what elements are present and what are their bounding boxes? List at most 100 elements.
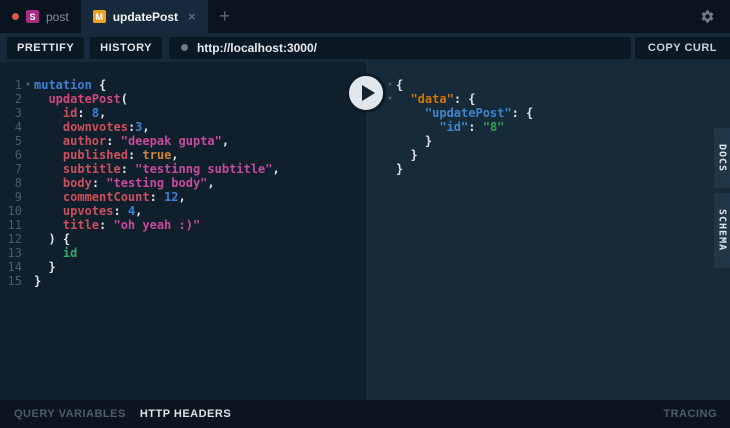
execute-query-button[interactable] [346,73,386,113]
code-line: 10 upvotes: 4, [0,204,366,218]
new-tab-button[interactable]: + [208,0,242,33]
code-text: "id": "8" [439,120,505,134]
code-text: } [396,134,433,148]
code-text: downvotes:3, [62,120,150,134]
line-number: 5 [14,134,22,148]
code-text: title: "oh yeah :)" [62,218,201,232]
settings-button[interactable] [700,0,730,33]
code-text: } [34,274,42,288]
code-text: author: "deepak gupta", [62,134,230,148]
line-number: 4 [14,120,22,134]
query-editor[interactable]: 1 ▾ mutation {2 updatePost(3 id: 8, 4 downv… [0,62,366,400]
code-text: "data": { [410,92,476,106]
line-number: 14 [7,260,22,274]
code-line: 4 downvotes:3, [0,120,366,134]
code-line: 11 title: "oh yeah :)" [0,218,366,232]
unsaved-dot-icon [12,13,19,20]
endpoint-url-text: http://localhost:3000/ [196,40,317,55]
code-line: 13 id [0,246,366,260]
line-number: 2 [14,92,22,106]
tab-post[interactable]: S post [0,0,81,33]
code-text: ) { [48,232,71,246]
code-line: } [366,148,730,162]
query-variables-tab[interactable]: QUERY VARIABLES [14,408,126,420]
history-button[interactable]: HISTORY [90,36,162,59]
code-text: subtitle: "testinng subtitle", [62,162,280,176]
line-number: 12 [7,232,22,246]
line-number: 3 [14,106,22,120]
code-text: "updatePost": { [424,106,534,120]
code-text: } [396,148,418,162]
code-text: { [396,78,404,92]
fold-arrow-icon[interactable]: ▾ [22,78,34,92]
code-line: 14 } [0,260,366,274]
mutation-badge: M [92,10,106,23]
toolbar: PRETTIFY HISTORY http://localhost:3000/ … [0,33,730,62]
code-text: } [48,260,56,274]
main-area: 1 ▾ mutation {2 updatePost(3 id: 8, 4 downv… [0,62,730,400]
code-line: "id": "8" [366,120,730,134]
line-number: 8 [14,176,22,190]
close-tab-icon[interactable]: × [188,10,196,23]
prettify-button[interactable]: PRETTIFY [7,36,85,59]
code-line: } [366,162,730,176]
code-line: 8 body: "testing body", [0,176,366,190]
docs-side-tab[interactable]: DOCS [714,128,730,188]
result-pane: ▾{▾ "data": { "updatePost": { "id": "8" … [346,62,730,400]
endpoint-status-dot-icon [180,44,188,51]
line-number: 9 [14,190,22,204]
code-line: 6 published: true, [0,148,366,162]
play-icon [361,85,375,101]
code-text: id: 8, [62,106,107,120]
code-line: "updatePost": { [366,106,730,120]
line-number: 13 [7,246,22,260]
tab-bar: S post M updatePost × + [0,0,730,33]
code-text: } [396,162,404,176]
code-line: 3 id: 8, [0,106,366,120]
line-number: 6 [14,148,22,162]
tracing-tab[interactable]: TRACING [663,408,717,420]
endpoint-url-input[interactable]: http://localhost:3000/ [168,36,631,59]
copy-curl-button[interactable]: COPY CURL [634,36,730,59]
line-number: 11 [7,218,22,232]
schema-side-tab[interactable]: SCHEMA [714,193,730,268]
tab-label: updatePost [112,9,179,24]
code-line: ▾{ [366,78,730,92]
code-line: 15} [0,274,366,288]
code-line: 9 commentCount: 12, [0,190,366,204]
line-number: 7 [14,162,22,176]
code-line: 2 updatePost( [0,92,366,106]
graphql-playground-window: S post M updatePost × + PRETTIFY HISTORY… [0,0,730,428]
bottom-bar: QUERY VARIABLES HTTP HEADERS TRACING [0,400,730,428]
code-line: } [366,134,730,148]
code-text: mutation { [34,78,107,92]
subscription-badge: S [26,10,39,23]
code-text: body: "testing body", [62,176,215,190]
line-number: 1 [14,78,22,92]
code-line: ▾ "data": { [366,92,730,106]
code-text: updatePost( [48,92,128,106]
tab-label: post [46,9,69,24]
code-line: 7 subtitle: "testinng subtitle", [0,162,366,176]
http-headers-tab[interactable]: HTTP HEADERS [140,408,231,420]
code-line: 5 author: "deepak gupta", [0,134,366,148]
tab-updatepost[interactable]: M updatePost × [80,0,208,33]
line-number: 10 [7,204,22,218]
